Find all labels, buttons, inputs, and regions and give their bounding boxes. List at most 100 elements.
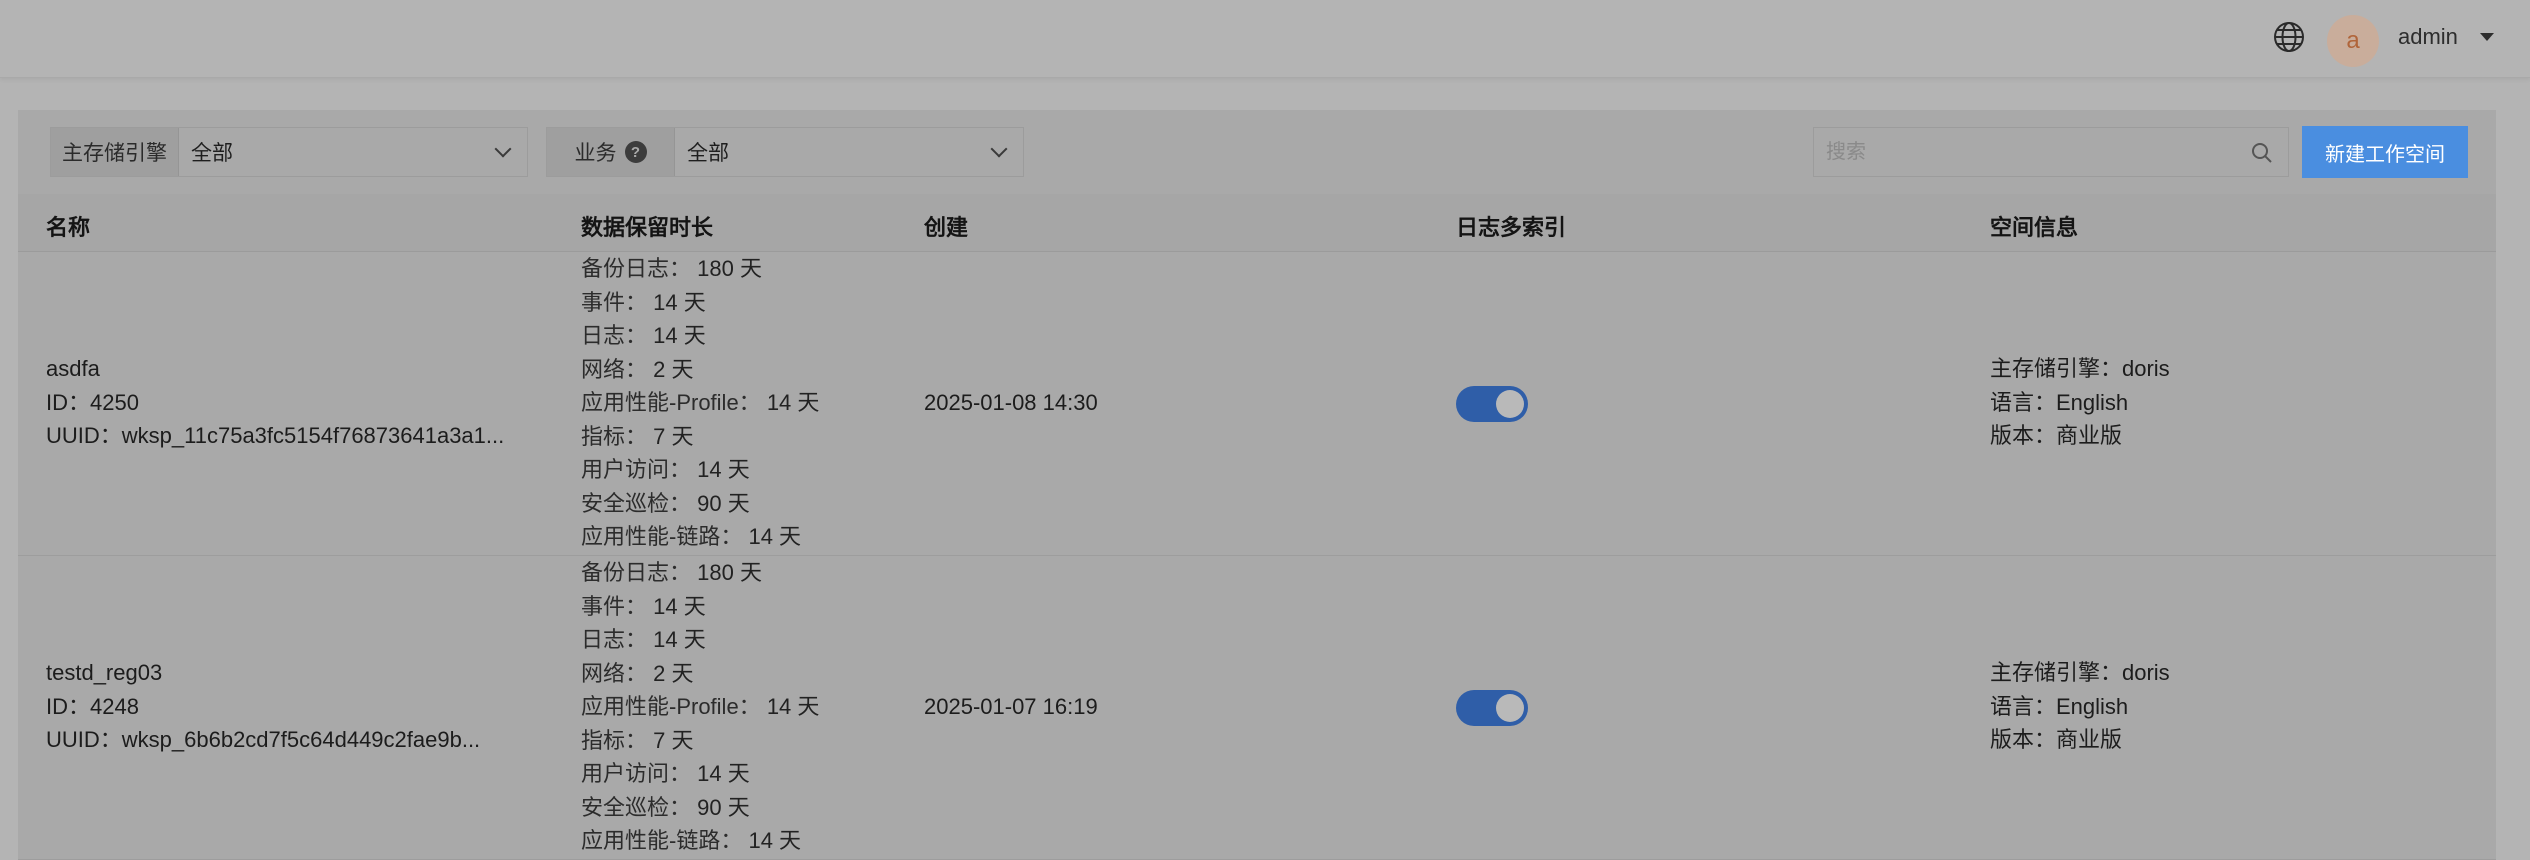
retention-label: 网络： — [581, 356, 648, 382]
retention-label: 安全巡检： — [581, 794, 692, 820]
toggle-knob — [1496, 390, 1524, 418]
retention-label: 网络： — [581, 660, 648, 686]
workspace-uuid: UUID：wksp_6b6b2cd7f5c64d449c2fae9b... — [46, 727, 481, 752]
retention-item: 应用性能-Profile： 14 天 — [581, 690, 819, 724]
retention-label: 用户访问： — [581, 457, 692, 482]
retention-item: 日志： 14 天 — [581, 623, 819, 657]
retention-label: 用户访问： — [581, 761, 692, 786]
retention-item: 备份日志： 180 天 — [581, 556, 819, 590]
workspace-id: ID：4248 — [46, 693, 139, 719]
space-info-edition: 版本：商业版 — [1990, 423, 2123, 448]
chevron-down-icon — [990, 140, 1008, 158]
retention-value: 14 天 — [766, 694, 820, 719]
space-info-engine: 主存储引擎：doris — [1990, 356, 2170, 381]
storage-engine-select[interactable]: 全部 — [179, 128, 527, 176]
caret-down-icon[interactable] — [2480, 33, 2494, 41]
retention-label: 指标： — [581, 423, 648, 449]
space-info-language: 语言：English — [1990, 693, 2129, 719]
retention-item: 事件： 14 天 — [581, 286, 819, 320]
retention-value: 7 天 — [653, 423, 694, 449]
business-filter-label-text: 业务 — [574, 142, 617, 165]
space-info-edition: 版本：商业版 — [1990, 727, 2123, 752]
search-box — [1813, 127, 2289, 177]
workspace-name[interactable]: asdfa — [46, 352, 504, 386]
business-select-value: 全部 — [687, 142, 729, 165]
workspace-id: ID：4250 — [46, 389, 139, 415]
storage-engine-select-value: 全部 — [191, 142, 233, 165]
retention-label: 应用性能-Profile： — [581, 694, 761, 719]
retention-cell: 备份日志： 180 天 事件： 14 天 日志： 14 天 网络： 2 天 应用… — [581, 556, 819, 858]
workspace-name-cell: testd_reg03 ID：4248 UUID：wksp_6b6b2cd7f5… — [46, 656, 480, 757]
retention-value: 2 天 — [653, 660, 694, 686]
retention-label: 事件： — [581, 593, 648, 619]
toggle-knob — [1496, 694, 1524, 722]
retention-label: 备份日志： — [581, 560, 692, 585]
globe-icon[interactable] — [2272, 20, 2306, 54]
retention-item: 用户访问： 14 天 — [581, 757, 819, 791]
retention-value: 14 天 — [766, 390, 820, 415]
column-header-multi-index: 日志多索引 — [1456, 215, 1567, 240]
business-select[interactable]: 全部 — [675, 128, 1023, 176]
retention-value: 90 天 — [697, 794, 750, 820]
retention-item: 日志： 14 天 — [581, 319, 819, 353]
storage-engine-filter: 主存储引擎 全部 — [50, 127, 528, 177]
retention-value: 14 天 — [653, 627, 706, 652]
space-info-cell: 主存储引擎：doris 语言：English 版本：商业版 — [1990, 352, 2170, 453]
space-info-engine: 主存储引擎：doris — [1990, 660, 2170, 685]
retention-item: 安全巡检： 90 天 — [581, 791, 819, 825]
retention-value: 14 天 — [653, 323, 706, 348]
workspace-name-cell: asdfa ID：4250 UUID：wksp_11c75a3fc5154f76… — [46, 352, 504, 453]
chevron-down-icon — [494, 140, 512, 158]
table-row[interactable]: testd_reg03 ID：4248 UUID：wksp_6b6b2cd7f5… — [18, 556, 2496, 860]
top-bar: a admin — [0, 0, 2530, 78]
user-name[interactable]: admin — [2398, 24, 2458, 50]
retention-item: 应用性能-链路： 14 天 — [581, 824, 819, 858]
avatar[interactable]: a — [2327, 15, 2379, 67]
retention-item: 应用性能-Profile： 14 天 — [581, 386, 819, 420]
retention-label: 日志： — [581, 323, 648, 348]
space-info-cell: 主存储引擎：doris 语言：English 版本：商业版 — [1990, 656, 2170, 757]
space-info-language: 语言：English — [1990, 389, 2129, 415]
retention-value: 14 天 — [748, 524, 802, 549]
retention-item: 网络： 2 天 — [581, 657, 819, 691]
column-header-name: 名称 — [46, 215, 91, 240]
retention-label: 安全巡检： — [581, 490, 692, 516]
column-header-retention: 数据保留时长 — [581, 215, 714, 240]
retention-label: 日志： — [581, 627, 648, 652]
retention-item: 指标： 7 天 — [581, 724, 819, 758]
retention-label: 事件： — [581, 289, 648, 315]
created-time: 2025-01-08 14:30 — [924, 390, 1098, 415]
retention-value: 14 天 — [697, 457, 750, 482]
multi-index-toggle[interactable] — [1456, 690, 1528, 726]
table-header: 名称 数据保留时长 创建 日志多索引 空间信息 — [18, 194, 2496, 252]
business-filter: 业务 ? 全部 — [546, 127, 1024, 177]
retention-item: 应用性能-链路： 14 天 — [581, 520, 819, 554]
search-icon[interactable] — [2250, 141, 2274, 165]
retention-item: 安全巡检： 90 天 — [581, 487, 819, 521]
retention-item: 网络： 2 天 — [581, 353, 819, 387]
question-mark-icon[interactable]: ? — [624, 141, 647, 163]
business-filter-label: 业务 ? — [547, 128, 675, 176]
retention-value: 14 天 — [748, 828, 802, 853]
retention-item: 指标： 7 天 — [581, 420, 819, 454]
retention-value: 180 天 — [697, 256, 762, 281]
multi-index-toggle[interactable] — [1456, 386, 1528, 422]
retention-value: 90 天 — [697, 490, 750, 516]
column-header-created: 创建 — [924, 215, 969, 240]
retention-value: 7 天 — [653, 727, 694, 753]
created-time: 2025-01-07 16:19 — [924, 694, 1098, 719]
retention-value: 14 天 — [653, 289, 706, 315]
retention-value: 2 天 — [653, 356, 694, 382]
workspace-name[interactable]: testd_reg03 — [46, 656, 480, 690]
retention-cell: 备份日志： 180 天 事件： 14 天 日志： 14 天 网络： 2 天 应用… — [581, 252, 819, 554]
retention-label: 应用性能-链路： — [581, 524, 743, 549]
retention-item: 事件： 14 天 — [581, 590, 819, 624]
storage-engine-filter-label: 主存储引擎 — [51, 128, 179, 176]
workspace-uuid: UUID：wksp_11c75a3fc5154f76873641a3a1... — [46, 423, 505, 448]
table-row[interactable]: asdfa ID：4250 UUID：wksp_11c75a3fc5154f76… — [18, 252, 2496, 556]
retention-item: 用户访问： 14 天 — [581, 453, 819, 487]
retention-label: 应用性能-链路： — [581, 828, 743, 853]
new-workspace-button[interactable]: 新建工作空间 — [2302, 126, 2468, 178]
search-input[interactable] — [1814, 128, 2288, 176]
retention-item: 备份日志： 180 天 — [581, 252, 819, 286]
